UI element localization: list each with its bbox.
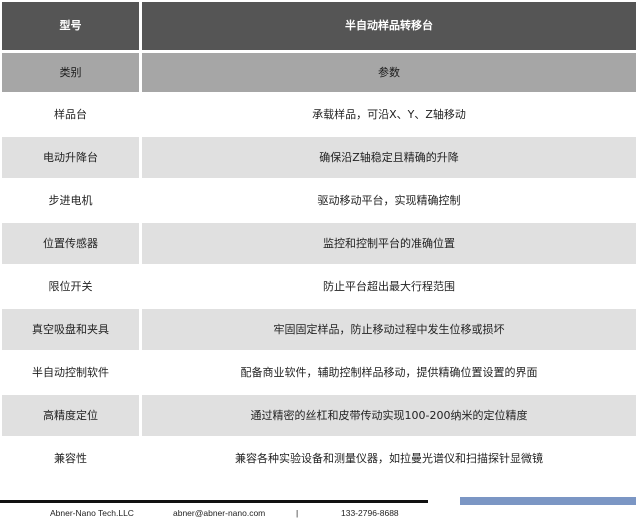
footer-divider bbox=[0, 500, 428, 503]
footer-accent-bar bbox=[460, 497, 636, 505]
table-row: 兼容性 兼容各种实验设备和测量仪器，如拉曼光谱仪和扫描探针显微镜 bbox=[2, 436, 636, 479]
row-value: 监控和控制平台的准确位置 bbox=[139, 221, 636, 264]
row-value: 承载样品，可沿X、Y、Z轴移动 bbox=[139, 92, 636, 135]
row-name: 限位开关 bbox=[2, 264, 139, 307]
row-name: 兼容性 bbox=[2, 436, 139, 479]
table-row: 真空吸盘和夹具 牢固固定样品，防止移动过程中发生位移或损坏 bbox=[2, 307, 636, 350]
row-name: 电动升降台 bbox=[2, 135, 139, 178]
spec-table: 型号 半自动样品转移台 类别 参数 样品台 承载样品，可沿X、Y、Z轴移动 电动… bbox=[2, 2, 636, 479]
table-row: 步进电机 驱动移动平台，实现精确控制 bbox=[2, 178, 636, 221]
table-row: 样品台 承载样品，可沿X、Y、Z轴移动 bbox=[2, 92, 636, 135]
footer-separator: | bbox=[296, 508, 299, 518]
row-name: 高精度定位 bbox=[2, 393, 139, 436]
table-row: 半自动控制软件 配备商业软件，辅助控制样品移动，提供精确位置设置的界面 bbox=[2, 350, 636, 393]
table-row: 限位开关 防止平台超出最大行程范围 bbox=[2, 264, 636, 307]
header-model-value: 半自动样品转移台 bbox=[139, 2, 636, 53]
subheader-parameter: 参数 bbox=[139, 53, 636, 92]
subheader-category: 类别 bbox=[2, 53, 139, 92]
table-subheader-row: 类别 参数 bbox=[2, 53, 636, 92]
row-name: 位置传感器 bbox=[2, 221, 139, 264]
header-model-label: 型号 bbox=[2, 2, 139, 53]
row-value: 驱动移动平台，实现精确控制 bbox=[139, 178, 636, 221]
table-row: 电动升降台 确保沿Z轴稳定且精确的升降 bbox=[2, 135, 636, 178]
row-value: 确保沿Z轴稳定且精确的升降 bbox=[139, 135, 636, 178]
footer-company: Abner-Nano Tech.LLC bbox=[50, 508, 134, 518]
footer-email: abner@abner-nano.com bbox=[173, 508, 266, 518]
row-name: 真空吸盘和夹具 bbox=[2, 307, 139, 350]
table-row: 位置传感器 监控和控制平台的准确位置 bbox=[2, 221, 636, 264]
table-row: 高精度定位 通过精密的丝杠和皮带传动实现100-200纳米的定位精度 bbox=[2, 393, 636, 436]
table-header-row: 型号 半自动样品转移台 bbox=[2, 2, 636, 53]
footer-phone: 133-2796-8688 bbox=[341, 508, 399, 518]
row-value: 配备商业软件，辅助控制样品移动，提供精确位置设置的界面 bbox=[139, 350, 636, 393]
row-value: 兼容各种实验设备和测量仪器，如拉曼光谱仪和扫描探针显微镜 bbox=[139, 436, 636, 479]
row-name: 样品台 bbox=[2, 92, 139, 135]
row-value: 防止平台超出最大行程范围 bbox=[139, 264, 636, 307]
page-footer: Abner-Nano Tech.LLC abner@abner-nano.com… bbox=[0, 508, 640, 520]
row-value: 通过精密的丝杠和皮带传动实现100-200纳米的定位精度 bbox=[139, 393, 636, 436]
row-value: 牢固固定样品，防止移动过程中发生位移或损坏 bbox=[139, 307, 636, 350]
row-name: 步进电机 bbox=[2, 178, 139, 221]
row-name: 半自动控制软件 bbox=[2, 350, 139, 393]
